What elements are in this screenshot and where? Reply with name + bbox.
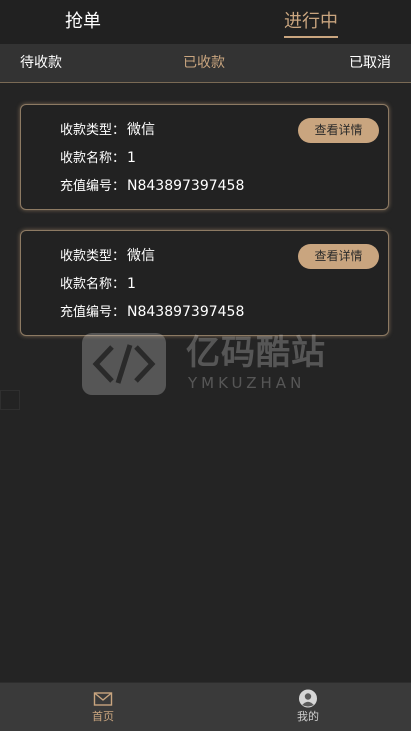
view-details-button[interactable]: 查看详情 bbox=[298, 244, 379, 269]
tab-pending-payment[interactable]: 待收款 bbox=[20, 53, 62, 73]
payment-name-row: 收款名称： 1 bbox=[60, 275, 136, 294]
payment-type-label: 收款类型： bbox=[60, 123, 126, 138]
edge-handle-icon bbox=[0, 390, 20, 410]
nav-mine[interactable]: 我的 bbox=[278, 689, 338, 724]
watermark-title: 亿码酷站 bbox=[186, 333, 326, 373]
bottom-navigation: 首页 我的 bbox=[0, 682, 411, 731]
payment-name-label: 收款名称： bbox=[60, 151, 126, 166]
tab-received-payment[interactable]: 已收款 bbox=[183, 53, 225, 73]
envelope-icon bbox=[93, 692, 113, 706]
payment-name-value: 1 bbox=[127, 150, 136, 166]
payment-name-value: 1 bbox=[127, 276, 136, 292]
payment-type-row: 收款类型： 微信 bbox=[60, 247, 155, 266]
status-filter-bar: 待收款 已收款 已取消 bbox=[0, 44, 411, 83]
nav-home-label: 首页 bbox=[92, 710, 114, 723]
order-card: 收款类型： 微信 收款名称： 1 充值编号： N843897397458 查看详情 bbox=[20, 230, 389, 336]
payment-name-row: 收款名称： 1 bbox=[60, 149, 136, 168]
watermark-subtitle: YMKUZHAN bbox=[188, 374, 306, 392]
top-tab-bar: 抢单 进行中 bbox=[0, 0, 411, 44]
payment-type-value: 微信 bbox=[127, 248, 156, 264]
tab-grab-order[interactable]: 抢单 bbox=[65, 9, 101, 35]
user-icon bbox=[299, 689, 317, 708]
nav-mine-label: 我的 bbox=[297, 710, 319, 723]
watermark: 亿码酷站 YMKUZHAN bbox=[82, 333, 332, 397]
payment-name-label: 收款名称： bbox=[60, 277, 126, 292]
recharge-number-row: 充值编号： N843897397458 bbox=[60, 303, 244, 322]
recharge-number-value: N843897397458 bbox=[127, 304, 245, 320]
tab-in-progress[interactable]: 进行中 bbox=[284, 9, 338, 38]
app-screen: 抢单 进行中 待收款 已收款 已取消 收款类型： 微信 收款名称： 1 充值编号： N… bbox=[0, 0, 411, 731]
payment-type-value: 微信 bbox=[127, 122, 156, 138]
nav-home[interactable]: 首页 bbox=[73, 689, 133, 724]
recharge-number-row: 充值编号： N843897397458 bbox=[60, 177, 244, 196]
payment-type-row: 收款类型： 微信 bbox=[60, 121, 155, 140]
recharge-number-label: 充值编号： bbox=[60, 305, 126, 320]
recharge-number-value: N843897397458 bbox=[127, 178, 245, 194]
recharge-number-label: 充值编号： bbox=[60, 179, 126, 194]
order-card: 收款类型： 微信 收款名称： 1 充值编号： N843897397458 查看详情 bbox=[20, 104, 389, 210]
tab-cancelled[interactable]: 已取消 bbox=[349, 53, 391, 73]
view-details-button[interactable]: 查看详情 bbox=[298, 118, 379, 143]
code-brackets-icon bbox=[82, 333, 166, 395]
payment-type-label: 收款类型： bbox=[60, 249, 126, 264]
